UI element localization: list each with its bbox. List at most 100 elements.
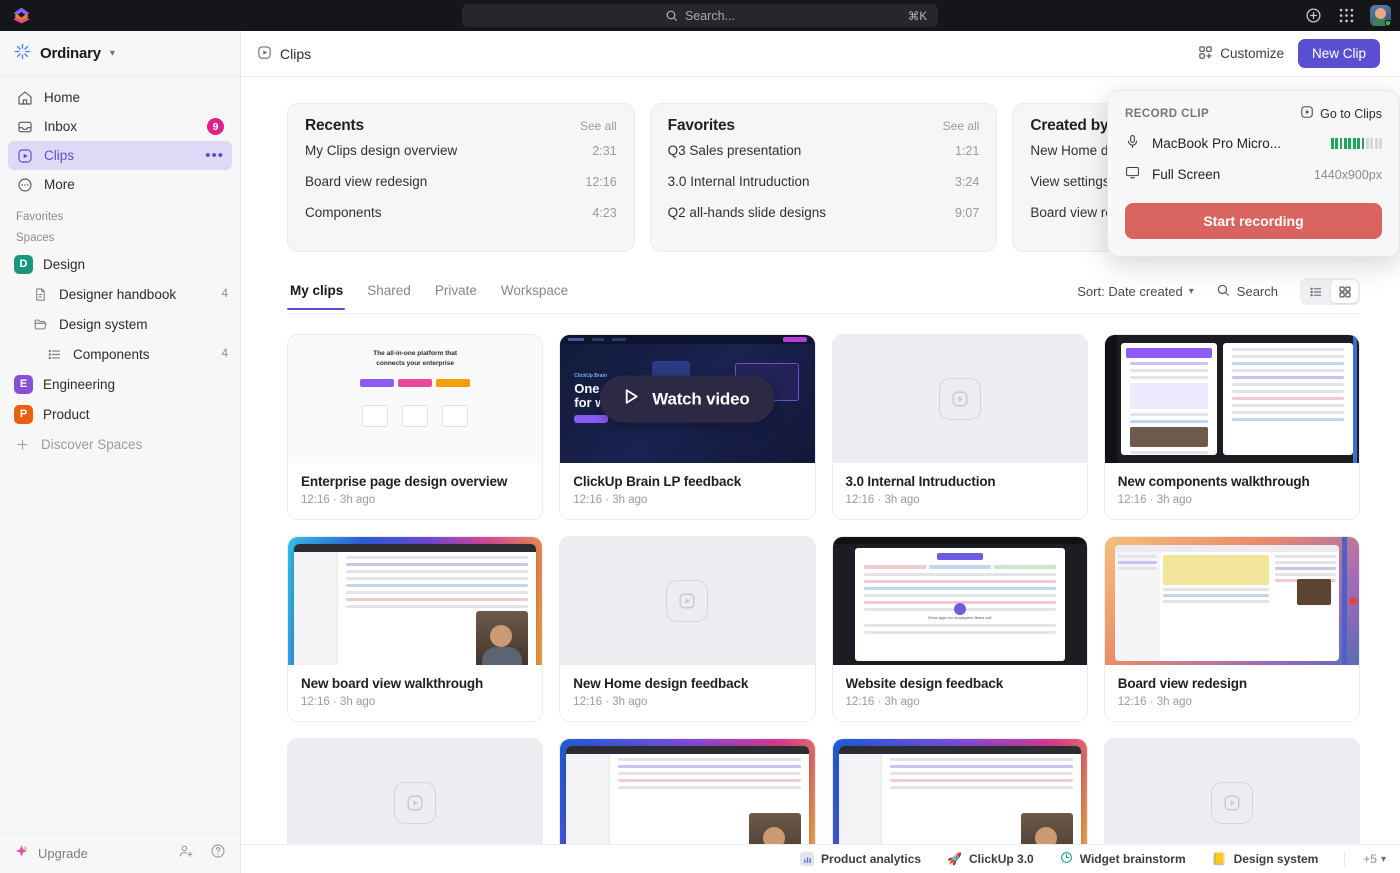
clip-thumbnail <box>1105 739 1359 844</box>
favorites-item-time: 1:21 <box>945 144 979 158</box>
start-recording-button[interactable]: Start recording <box>1125 203 1382 239</box>
list-item[interactable]: 3.0 Internal Intruduction 3:24 <box>668 174 980 205</box>
workspace-switcher[interactable]: Ordinary ▾ <box>0 31 240 77</box>
summary-card-favorites-see-all[interactable]: See all <box>943 119 980 133</box>
gradient-person-preview <box>566 746 808 844</box>
help-circle-icon[interactable] <box>210 843 226 864</box>
discover-spaces-label: Discover Spaces <box>41 437 142 452</box>
rocket-icon: 🚀 <box>947 852 962 866</box>
clip-card[interactable]: New Home design feedback 12:16 · 3h ago <box>559 536 815 722</box>
space-item-design-system[interactable]: Design system <box>0 309 240 339</box>
person-overlay <box>1021 813 1073 844</box>
space-item-designer-handbook[interactable]: Designer handbook 4 <box>0 279 240 309</box>
discover-spaces-button[interactable]: Discover Spaces <box>0 429 240 459</box>
space-design[interactable]: D Design <box>0 249 240 279</box>
list-view-icon[interactable] <box>1302 280 1329 303</box>
bottom-item-widget-brainstorm[interactable]: Widget brainstorm <box>1060 851 1186 867</box>
space-item-designer-handbook-label: Designer handbook <box>59 287 176 302</box>
new-clip-button[interactable]: New Clip <box>1298 39 1380 68</box>
breadcrumb[interactable]: Clips <box>257 45 311 63</box>
clip-card[interactable]: New components walkthrough 12:16 · 3h ag… <box>1104 334 1360 520</box>
sort-dropdown[interactable]: Sort: Date created ▾ <box>1077 284 1194 299</box>
clips-more-icon[interactable]: ••• <box>205 151 224 160</box>
clip-card[interactable]: Grow apps for employees fibers call Webs… <box>832 536 1088 722</box>
list-item[interactable]: My Clips design overview 2:31 <box>305 143 617 174</box>
customize-button[interactable]: Customize <box>1198 45 1284 63</box>
sidebar-item-clips[interactable]: Clips ••• <box>8 141 232 170</box>
more-circle-icon <box>16 177 33 193</box>
microphone-icon <box>1125 134 1140 154</box>
bottom-item-label: Product analytics <box>821 852 921 866</box>
bottom-bar: Product analytics 🚀 ClickUp 3.0 Widget b… <box>241 844 1400 873</box>
invite-user-icon[interactable] <box>178 843 194 864</box>
recents-item-name: Board view redesign <box>305 174 427 189</box>
monitor-icon <box>1125 165 1140 185</box>
favorites-item-name: Q3 Sales presentation <box>668 143 802 158</box>
clips-toolbar: Sort: Date created ▾ Search <box>1077 278 1360 313</box>
chevron-down-icon: ▾ <box>110 48 115 59</box>
mic-level-meter <box>1331 138 1382 149</box>
summary-card-recents-see-all[interactable]: See all <box>580 119 617 133</box>
bottom-bar-more[interactable]: +5 ▾ <box>1344 852 1386 866</box>
sidebar-item-inbox[interactable]: Inbox 9 <box>8 112 232 141</box>
tab-private[interactable]: Private <box>423 283 489 309</box>
recents-item-name: Components <box>305 205 382 220</box>
list-item[interactable]: Q3 Sales presentation 1:21 <box>668 143 980 174</box>
plus-circle-icon[interactable] <box>1304 7 1322 25</box>
clip-thumbnail: Grow apps for employees fibers call <box>833 537 1087 665</box>
clips-search-label: Search <box>1237 284 1278 299</box>
clip-card[interactable] <box>287 738 543 844</box>
page-title: Clips <box>280 46 311 62</box>
clip-title: New components walkthrough <box>1118 474 1346 489</box>
clip-icon <box>1300 105 1314 122</box>
avatar-face <box>1375 8 1386 19</box>
upgrade-button[interactable]: Upgrade <box>38 846 88 861</box>
tab-shared[interactable]: Shared <box>355 283 423 309</box>
grid-view-icon[interactable] <box>1331 280 1358 303</box>
clip-card[interactable]: 3.0 Internal Intruduction 12:16 · 3h ago <box>832 334 1088 520</box>
bottom-item-design-system[interactable]: 📒 Design system <box>1212 852 1319 866</box>
clip-card[interactable] <box>832 738 1088 844</box>
clips-search-button[interactable]: Search <box>1216 283 1278 300</box>
screen-resolution: 1440x900px <box>1314 168 1382 182</box>
watch-video-button[interactable]: Watch video <box>600 376 774 423</box>
global-search-input[interactable]: Search... ⌘K <box>462 4 938 27</box>
clip-card[interactable] <box>1104 738 1360 844</box>
screen-selector[interactable]: Full Screen 1440x900px <box>1125 159 1382 190</box>
clip-meta: 12:16 · 3h ago <box>573 696 801 708</box>
clip-card[interactable] <box>559 738 815 844</box>
clip-card[interactable]: The all-in-one platform thatconnects you… <box>287 334 543 520</box>
dark-board-preview: Grow apps for employees fibers call <box>833 537 1087 665</box>
list-item[interactable]: Components 4:23 <box>305 205 617 236</box>
app-grid-icon[interactable] <box>1337 7 1355 25</box>
chart-icon <box>800 852 814 866</box>
go-to-clips-button[interactable]: Go to Clips <box>1300 105 1382 122</box>
clip-meta: 12:16 · 3h ago <box>573 494 801 506</box>
tab-my-clips[interactable]: My clips <box>287 283 355 309</box>
top-bar-actions <box>1304 5 1391 26</box>
list-item[interactable]: Board view redesign 12:16 <box>305 174 617 205</box>
customize-icon <box>1198 45 1213 63</box>
user-avatar[interactable] <box>1370 5 1391 26</box>
page-header: Clips Customize New Clip <box>241 31 1400 77</box>
sidebar-item-home[interactable]: Home <box>8 83 232 112</box>
space-product[interactable]: P Product <box>0 399 240 429</box>
tab-workspace[interactable]: Workspace <box>489 283 580 309</box>
person-overlay <box>749 813 801 844</box>
space-item-components[interactable]: Components 4 <box>0 339 240 369</box>
clip-thumbnail <box>1105 537 1359 665</box>
clip-card[interactable]: New board view walkthrough 12:16 · 3h ag… <box>287 536 543 722</box>
microphone-selector[interactable]: MacBook Pro Micro... <box>1125 128 1382 159</box>
global-search-placeholder: Search... <box>685 9 735 23</box>
favorites-item-name: Q2 all-hands slide designs <box>668 205 826 220</box>
clickup-logo[interactable] <box>0 6 42 25</box>
clip-card[interactable]: ClickUp Brain One AIfor work <box>559 334 815 520</box>
bottom-item-clickup-30[interactable]: 🚀 ClickUp 3.0 <box>947 852 1034 866</box>
clip-meta: 12:16 · 3h ago <box>1118 696 1346 708</box>
sidebar-item-more-label: More <box>44 177 75 192</box>
space-engineering[interactable]: E Engineering <box>0 369 240 399</box>
sidebar-item-more[interactable]: More <box>8 170 232 199</box>
list-item[interactable]: Q2 all-hands slide designs 9:07 <box>668 205 980 236</box>
clip-card[interactable]: Board view redesign 12:16 · 3h ago <box>1104 536 1360 722</box>
bottom-item-product-analytics[interactable]: Product analytics <box>800 852 921 866</box>
